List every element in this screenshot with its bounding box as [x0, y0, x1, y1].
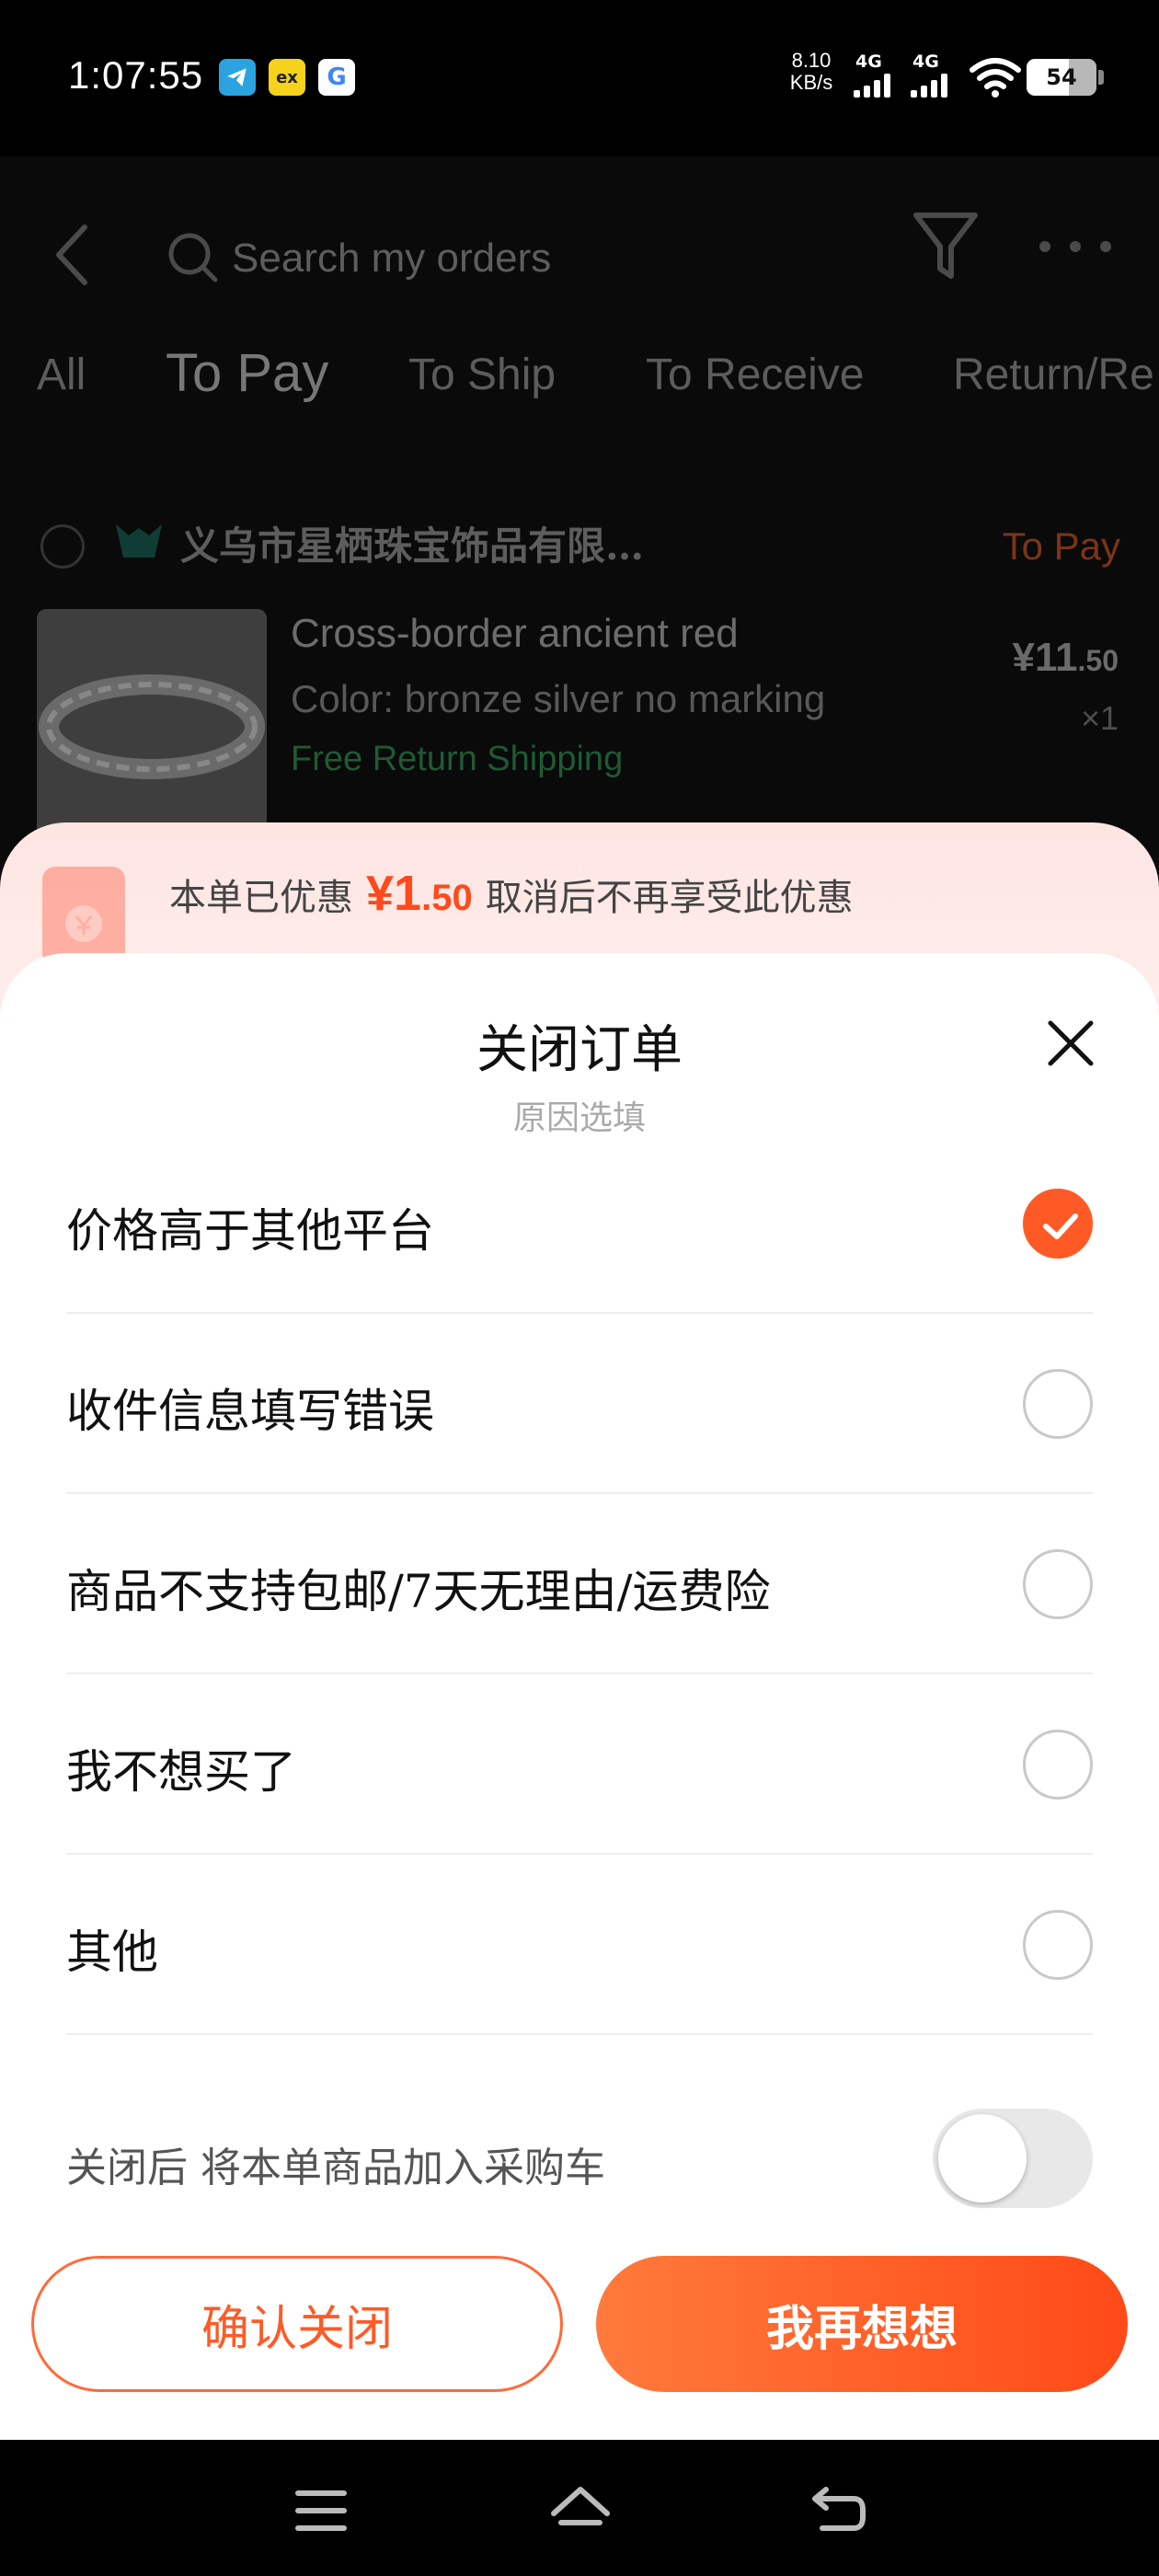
- reason-option[interactable]: 价格高于其他平台: [66, 1133, 1093, 1314]
- product-image[interactable]: [37, 609, 267, 839]
- home-icon[interactable]: [548, 2478, 613, 2543]
- reason-label: 收件信息填写错误: [66, 1385, 434, 1438]
- shop-row: 义乌市星栖珠宝饰品有限… To Pay: [0, 502, 1159, 576]
- rethink-button[interactable]: 我再想想: [596, 2256, 1128, 2392]
- price-cents: .50: [1077, 644, 1119, 677]
- add-to-cart-row: 关闭后 将本单商品加入采购车: [66, 2109, 1093, 2210]
- discount-text: 本单已优惠 ¥1.50 取消后不再享受此优惠: [169, 865, 854, 922]
- shop-name[interactable]: 义乌市星栖珠宝饰品有限…: [180, 515, 644, 571]
- reason-label: 价格高于其他平台: [66, 1204, 434, 1258]
- reason-option[interactable]: 我不想买了: [66, 1674, 1093, 1855]
- product-title[interactable]: Cross-border ancient red: [291, 611, 739, 657]
- discount-suffix: 取消后不再享受此优惠: [485, 877, 854, 919]
- reason-option[interactable]: 其他: [66, 1855, 1093, 2035]
- radio-unchecked-icon[interactable]: [1023, 1910, 1093, 1980]
- status-bar: 1:07:55 ex G 8.10 KB/s 4G 4G 54: [0, 0, 1159, 156]
- confirm-close-button[interactable]: 确认关闭: [31, 2256, 563, 2392]
- reason-label: 我不想买了: [66, 1745, 296, 1799]
- reason-list: 价格高于其他平台 收件信息填写错误 商品不支持包邮/7天无理由/运费险 我不想买…: [66, 1133, 1093, 2035]
- close-order-sheet: 关闭订单 原因选填 价格高于其他平台 收件信息填写错误 商品不支持包邮/7天无理…: [0, 953, 1159, 2440]
- battery-level: 54: [1046, 64, 1077, 90]
- search-icon: [168, 233, 218, 282]
- reason-option[interactable]: 收件信息填写错误: [66, 1314, 1093, 1494]
- ex-icon: ex: [269, 59, 305, 96]
- discount-amount-main: ¥1: [366, 866, 422, 921]
- toggle-knob: [938, 2114, 1027, 2202]
- signal-type-label: 4G: [855, 52, 882, 72]
- tab-to-pay[interactable]: To Pay: [166, 342, 328, 404]
- orders-page: Search my orders All To Pay To Ship To R…: [0, 156, 1159, 856]
- telegram-icon: [219, 59, 256, 96]
- radio-unchecked-icon[interactable]: [1023, 1730, 1093, 1800]
- signal-type-label: 4G: [912, 52, 939, 72]
- add-to-cart-toggle[interactable]: [933, 2109, 1093, 2208]
- radio-unchecked-icon[interactable]: [1023, 1369, 1093, 1439]
- status-time: 1:07:55: [68, 53, 204, 97]
- search-bar[interactable]: Search my orders: [166, 212, 809, 294]
- tab-to-receive[interactable]: To Receive: [646, 350, 864, 400]
- battery-icon: 54: [1027, 59, 1104, 96]
- reason-label: 其他: [66, 1926, 158, 1979]
- order-tabs: All To Pay To Ship To Receive Return/Re: [0, 340, 1159, 414]
- product-quantity: ×1: [1080, 699, 1119, 737]
- menu-icon[interactable]: [289, 2478, 353, 2543]
- product-color: Color: bronze silver no marking: [291, 677, 826, 720]
- discount-amount: ¥1.50: [366, 866, 473, 921]
- discount-prefix: 本单已优惠: [169, 877, 353, 919]
- google-icon: G: [318, 59, 355, 96]
- signal-icon: 4G: [909, 52, 960, 99]
- tab-return-refund[interactable]: Return/Re: [953, 350, 1154, 400]
- close-icon[interactable]: [1045, 1018, 1096, 1069]
- network-speed: 8.10 KB/s: [784, 50, 839, 94]
- filter-icon[interactable]: [911, 208, 981, 285]
- reason-option[interactable]: 商品不支持包邮/7天无理由/运费险: [66, 1494, 1093, 1674]
- shipping-badge: Free Return Shipping: [291, 740, 624, 778]
- network-speed-value: 8.10: [791, 49, 832, 72]
- tab-all[interactable]: All: [37, 350, 86, 400]
- shop-icon: [116, 524, 162, 558]
- radio-checked-icon[interactable]: [1023, 1189, 1093, 1259]
- more-options-icon[interactable]: [1034, 236, 1117, 258]
- system-nav-bar: [0, 2440, 1159, 2576]
- wifi-icon: [970, 58, 1021, 98]
- search-placeholder: Search my orders: [232, 236, 552, 281]
- signal-icon: 4G: [852, 52, 903, 99]
- back-icon[interactable]: [806, 2478, 870, 2543]
- price-main: ¥11: [1012, 635, 1078, 680]
- order-status: To Pay: [1002, 524, 1120, 568]
- network-speed-unit: KB/s: [789, 71, 833, 94]
- sheet-title: 关闭订单: [476, 1020, 683, 1080]
- back-arrow-icon[interactable]: [48, 213, 94, 296]
- discount-amount-cents: .50: [421, 878, 473, 918]
- reason-label: 商品不支持包邮/7天无理由/运费险: [66, 1565, 771, 1618]
- add-to-cart-label: 关闭后 将本单商品加入采购车: [66, 2145, 605, 2191]
- tab-to-ship[interactable]: To Ship: [408, 350, 556, 400]
- product-price: ¥11.50: [1013, 635, 1119, 681]
- radio-unchecked-icon[interactable]: [1023, 1549, 1093, 1619]
- sheet-subtitle: 原因选填: [512, 1099, 646, 1137]
- shop-select-checkbox[interactable]: [40, 524, 85, 569]
